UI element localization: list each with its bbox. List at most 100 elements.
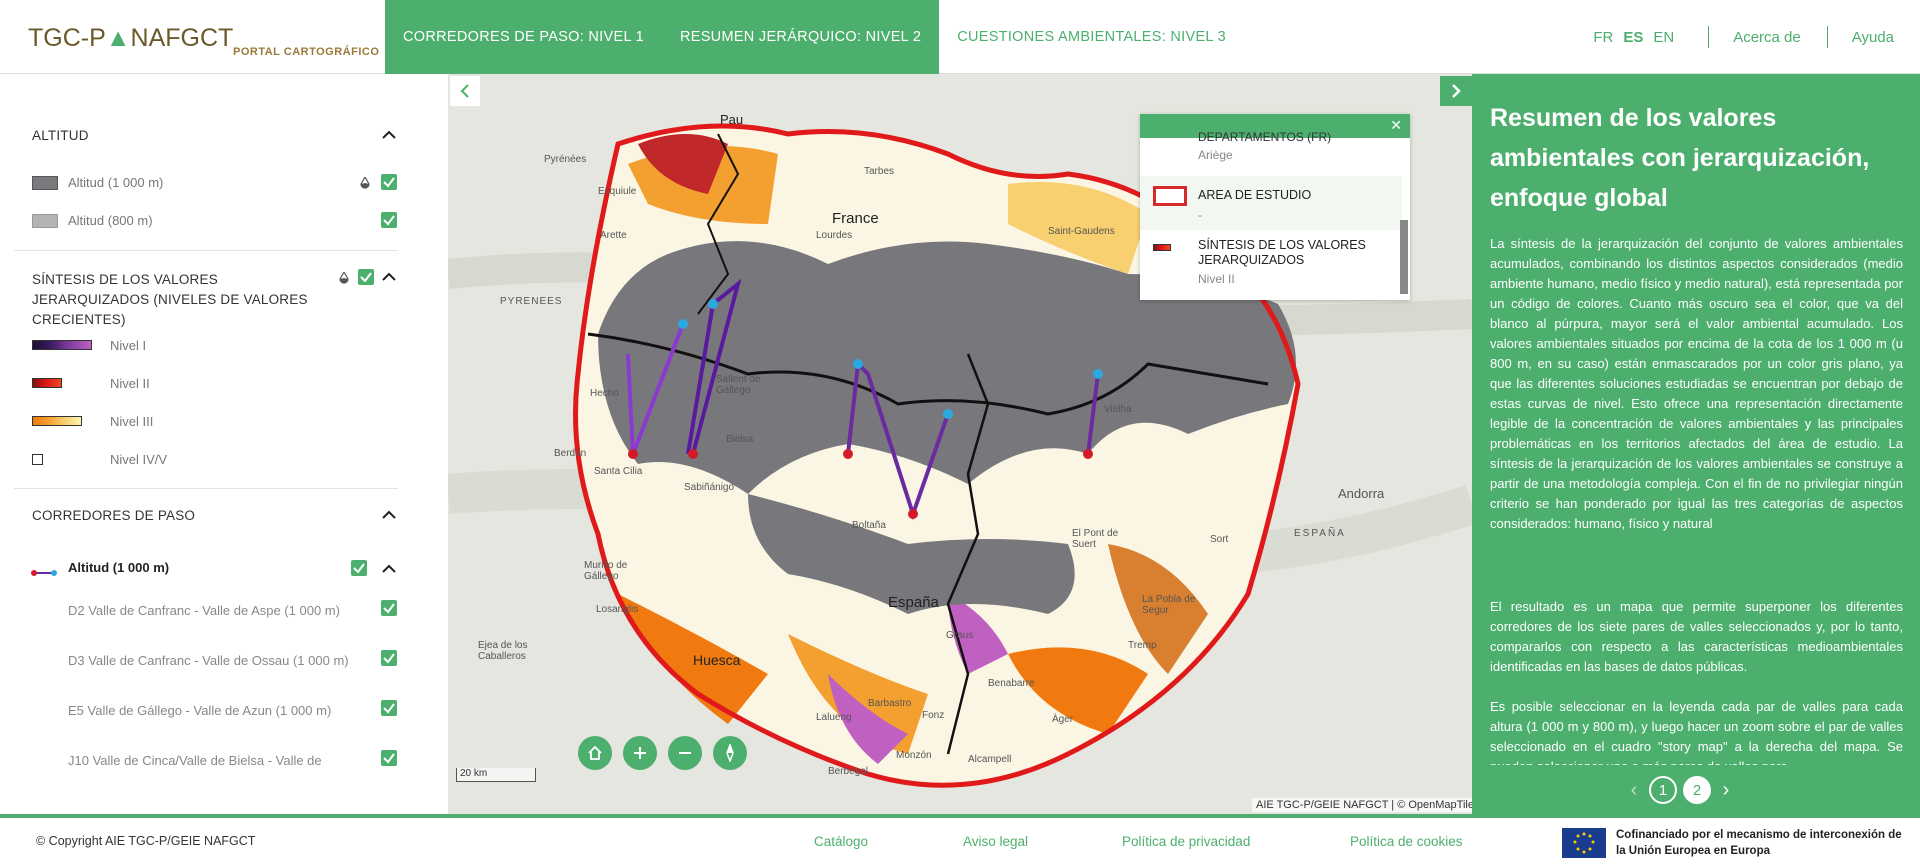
- layers-panel: ALTITUD Altitud (1 000 m) Altitud (800 m…: [0, 74, 448, 814]
- compass-button[interactable]: [713, 736, 747, 770]
- home-button[interactable]: [578, 736, 612, 770]
- map-label: Huesca: [693, 652, 741, 668]
- altitud-1000-swatch: [32, 176, 58, 190]
- tab-cuestiones[interactable]: CUESTIONES AMBIENTALES: NIVEL 3: [939, 0, 1244, 74]
- map-label: France: [832, 210, 879, 227]
- chevron-up-icon[interactable]: [382, 564, 396, 573]
- chevron-right-icon[interactable]: ›: [1714, 779, 1738, 802]
- map-label: Barbastro: [868, 698, 912, 709]
- nivel-4-swatch: [32, 454, 43, 465]
- popup-item-title: DEPARTAMENTOS (FR): [1198, 130, 1332, 144]
- chevron-left-icon[interactable]: ‹: [1622, 779, 1646, 802]
- map-attribution[interactable]: AIE TGC-P/GEIE NAFGCT | © OpenMapTiles ©: [1252, 798, 1495, 812]
- portal-label: PORTAL CARTOGRÁFICO: [233, 46, 380, 58]
- map-label: Sallent de Gállego: [716, 374, 761, 396]
- map-label: Murillo de Gállego: [584, 560, 628, 582]
- help-link[interactable]: Ayuda: [1852, 29, 1894, 46]
- story-pager: ‹ 1 2 ›: [1622, 776, 1738, 804]
- map-label: El Pont de Suert: [1072, 528, 1119, 550]
- altitud-800-checkbox[interactable]: [381, 212, 397, 228]
- altitud-1000-label: Altitud (1 000 m): [68, 175, 164, 190]
- divider: [1826, 26, 1828, 48]
- footer-link-privacidad[interactable]: Política de privacidad: [1122, 834, 1250, 849]
- map-label: Fonz: [922, 710, 945, 721]
- map-label: Bielsa: [726, 434, 754, 445]
- map-label: ESPAÑA: [1294, 528, 1346, 539]
- corridor-e5-checkbox[interactable]: [381, 700, 397, 716]
- footer-link-aviso-legal[interactable]: Aviso legal: [963, 834, 1028, 849]
- study-area-swatch: [1153, 186, 1187, 206]
- header: TGC-P▲NAFGCT PORTAL CARTOGRÁFICO CORREDO…: [0, 0, 1920, 74]
- altitud-800-label: Altitud (800 m): [68, 213, 153, 228]
- zoom-out-button[interactable]: [668, 736, 702, 770]
- nivel-1-swatch: [32, 340, 92, 350]
- collapse-left-button[interactable]: [450, 76, 480, 106]
- opacity-icon[interactable]: [360, 175, 370, 189]
- zoom-in-button[interactable]: [623, 736, 657, 770]
- map-label: Benabarre: [988, 678, 1035, 689]
- divider: [14, 488, 398, 489]
- lang-es[interactable]: ES: [1623, 29, 1643, 46]
- top-nav: CORREDORES DE PASO: NIVEL 1 RESUMEN JERÁ…: [385, 0, 1244, 74]
- logo-brand: TGC-P▲NAFGCT: [28, 24, 234, 52]
- page-2-button[interactable]: 2: [1683, 776, 1711, 804]
- corridor-line-icon: [30, 564, 58, 576]
- page-1-button[interactable]: 1: [1649, 776, 1677, 804]
- corridor-item: J10 Valle de Cinca/Valle de Bielsa - Val…: [68, 753, 322, 768]
- collapse-right-button[interactable]: [1440, 76, 1472, 106]
- map-label: Arette: [600, 230, 627, 241]
- chevron-up-icon[interactable]: [382, 272, 396, 281]
- map-label: Lalueng: [816, 712, 852, 723]
- map-label: Pau: [720, 112, 744, 127]
- eu-flag-icon: [1562, 828, 1606, 858]
- story-title: Resumen de los valores ambientales con j…: [1490, 104, 1870, 212]
- map-label: Hecho: [590, 388, 619, 399]
- home-icon: [588, 745, 602, 760]
- popup-item-sub: -: [1198, 208, 1202, 222]
- map-label: Santa Cilia: [594, 466, 643, 477]
- footer-link-cookies[interactable]: Política de cookies: [1350, 834, 1463, 849]
- corridor-d2-checkbox[interactable]: [381, 600, 397, 616]
- map-label: Monzón: [896, 750, 932, 761]
- corredores-group-checkbox[interactable]: [351, 560, 367, 576]
- corridor-item: E5 Valle de Gállego - Valle de Azun (1 0…: [68, 703, 332, 718]
- popup-scrollbar[interactable]: [1400, 220, 1408, 294]
- map-label: PYRENEES: [500, 296, 563, 307]
- map-label: Losanglis: [596, 604, 639, 615]
- tab-corredores[interactable]: CORREDORES DE PASO: NIVEL 1: [385, 0, 662, 74]
- map-label: Pyrénées: [544, 154, 587, 165]
- lang-en[interactable]: EN: [1653, 29, 1674, 46]
- popup-item-sub: Ariège: [1198, 148, 1233, 162]
- about-link[interactable]: Acerca de: [1733, 29, 1801, 46]
- lang-fr[interactable]: FR: [1593, 29, 1613, 46]
- nivel-2-label: Nivel II: [110, 376, 150, 391]
- logo[interactable]: TGC-P▲NAFGCT PORTAL CARTOGRÁFICO: [28, 16, 379, 60]
- corridor-d3-checkbox[interactable]: [381, 650, 397, 666]
- corridor-j10-checkbox[interactable]: [381, 750, 397, 766]
- nivel-4-label: Nivel IV/V: [110, 452, 168, 467]
- map-label: Àger: [1052, 714, 1074, 725]
- popup-item-title: AREA DE ESTUDIO: [1198, 188, 1312, 202]
- nivel-1-label: Nivel I: [110, 338, 147, 353]
- chevron-up-icon[interactable]: [382, 510, 396, 519]
- story-paragraph: El resultado es un mapa que permite supe…: [1490, 599, 1903, 674]
- altitud-800-swatch: [32, 214, 58, 228]
- chevron-up-icon[interactable]: [382, 130, 396, 139]
- corridor-item: D2 Valle de Canfranc - Valle de Aspe (1 …: [68, 603, 340, 618]
- popup-item: AREA DE ESTUDIO -: [1140, 176, 1402, 230]
- map-label: Andorra: [1338, 486, 1385, 501]
- footer-link-catalogo[interactable]: Catálogo: [814, 834, 868, 849]
- sintesis-checkbox[interactable]: [358, 269, 374, 285]
- opacity-icon[interactable]: [339, 270, 349, 284]
- map-label: Boltaña: [852, 520, 886, 531]
- corredores-group-label: Altitud (1 000 m): [68, 560, 170, 575]
- scale-bar: 20 km: [456, 768, 536, 782]
- altitud-1000-checkbox[interactable]: [381, 174, 397, 190]
- tab-resumen[interactable]: RESUMEN JERÁRQUICO: NIVEL 2: [661, 0, 940, 74]
- corridor-item: D3 Valle de Canfranc - Valle de Ossau (1…: [68, 653, 349, 668]
- map-label: Lourdes: [816, 230, 853, 241]
- section-altitud-title: ALTITUD: [32, 128, 89, 143]
- nivel-2-swatch: [1153, 244, 1171, 251]
- story-paragraph: La síntesis de la jerarquización del con…: [1490, 236, 1903, 531]
- footer: © Copyright AIE TGC-P/GEIE NAFGCT Catálo…: [0, 814, 1920, 867]
